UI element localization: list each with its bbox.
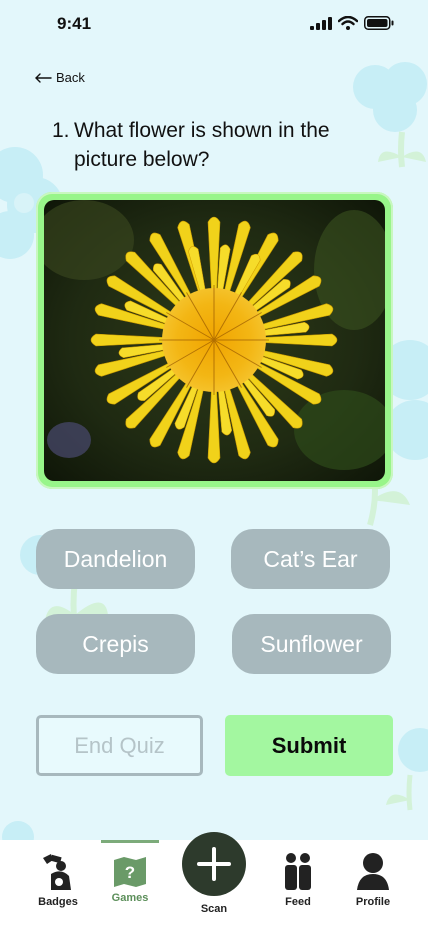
status-time: 9:41 bbox=[57, 14, 92, 33]
submit-button[interactable]: Submit bbox=[225, 715, 393, 776]
nav-feed[interactable]: Feed bbox=[266, 840, 330, 926]
active-tab-indicator bbox=[101, 840, 159, 843]
battery-icon bbox=[364, 16, 394, 30]
end-quiz-button[interactable]: End Quiz bbox=[36, 715, 203, 776]
nav-scan-label: Scan bbox=[200, 903, 228, 915]
plus-icon bbox=[197, 847, 231, 881]
back-label: Back bbox=[56, 70, 85, 85]
wifi-icon bbox=[338, 16, 358, 30]
flower-photo bbox=[44, 200, 385, 481]
status-icons bbox=[310, 16, 394, 30]
option-cats-ear[interactable]: Cat’s Ear bbox=[231, 529, 390, 589]
nav-profile-label: Profile bbox=[355, 896, 391, 908]
nav-badges[interactable]: Badges bbox=[26, 840, 90, 926]
cellular-signal-icon bbox=[310, 16, 332, 30]
question-body: What flower is shown in the picture belo… bbox=[74, 119, 330, 171]
quiz-map-icon: ? bbox=[114, 857, 146, 887]
question-text: 1. What flower is shown in the picture b… bbox=[52, 116, 382, 174]
scan-button[interactable] bbox=[182, 832, 246, 896]
arrow-left-icon bbox=[35, 72, 52, 83]
option-sunflower[interactable]: Sunflower bbox=[232, 614, 391, 674]
dandelion-image bbox=[44, 200, 385, 481]
option-dandelion[interactable]: Dandelion bbox=[36, 529, 195, 589]
status-bar: 9:41 bbox=[0, 0, 428, 50]
svg-text:?: ? bbox=[125, 863, 135, 882]
nav-games[interactable]: ? Games bbox=[98, 840, 162, 926]
profile-icon bbox=[357, 853, 389, 890]
back-button[interactable]: Back bbox=[34, 70, 85, 85]
flower-photo-frame bbox=[36, 192, 393, 489]
quiz-screen: 9:41 Back 1. What flower is shown in the… bbox=[0, 0, 428, 926]
nav-badges-label: Badges bbox=[38, 896, 78, 908]
nav-feed-label: Feed bbox=[285, 896, 311, 908]
nav-games-label: Games bbox=[111, 892, 149, 904]
question-number: 1. bbox=[52, 119, 70, 142]
badges-icon bbox=[43, 854, 71, 890]
people-icon bbox=[285, 853, 311, 890]
nav-profile[interactable]: Profile bbox=[341, 840, 405, 926]
option-crepis[interactable]: Crepis bbox=[36, 614, 195, 674]
